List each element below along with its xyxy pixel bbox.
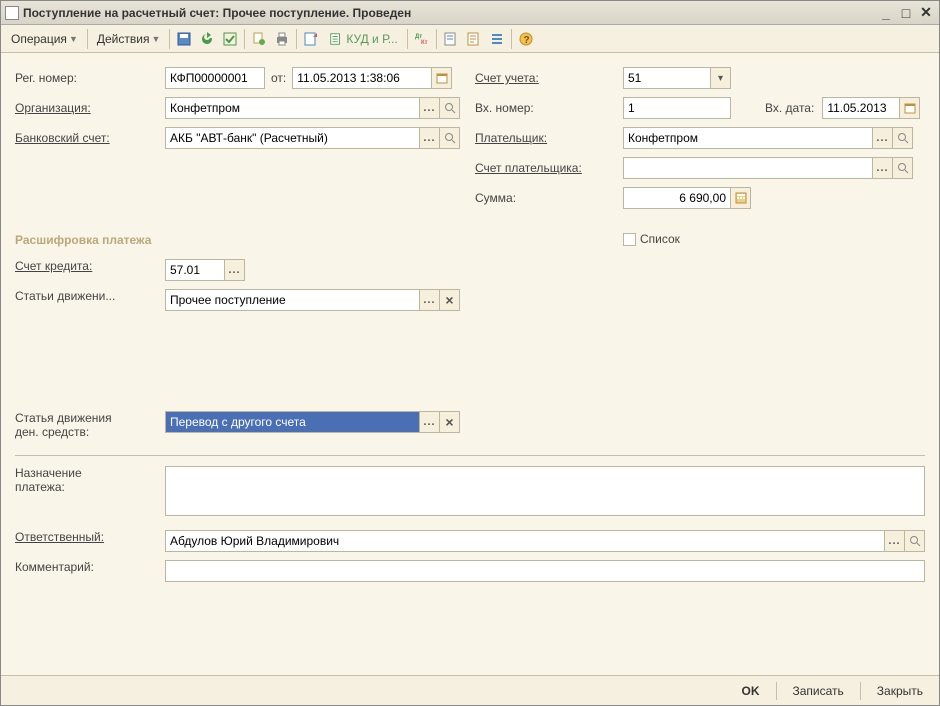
- credit-select-button[interactable]: [225, 259, 245, 281]
- save-button[interactable]: Записать: [785, 681, 852, 701]
- basis-icon[interactable]: [248, 28, 270, 50]
- movement-article-label: Статьи движени...: [15, 289, 165, 311]
- titlebar: Поступление на расчетный счет: Прочее по…: [1, 1, 939, 25]
- print-icon[interactable]: [271, 28, 293, 50]
- app-icon: [5, 6, 19, 20]
- help-icon[interactable]: ?: [515, 28, 537, 50]
- payer-account-search-button[interactable]: [893, 157, 913, 179]
- reg-number-input[interactable]: КФП00000001: [165, 67, 265, 89]
- payer-select-button[interactable]: [873, 127, 893, 149]
- vx-date-calendar-button[interactable]: [900, 97, 920, 119]
- cash-movement-label: Статья движения ден. средств:: [15, 411, 165, 439]
- vx-number-label: Вх. номер:: [475, 101, 623, 115]
- svg-text:Кт: Кт: [421, 40, 428, 46]
- payer-label: Плательщик:: [475, 131, 623, 145]
- list-icon[interactable]: [486, 28, 508, 50]
- close-button[interactable]: ✕: [917, 5, 935, 21]
- date-input[interactable]: 11.05.2013 1:38:06: [292, 67, 432, 89]
- window-title: Поступление на расчетный счет: Прочее по…: [23, 6, 877, 20]
- payer-input[interactable]: Конфетпром: [623, 127, 873, 149]
- responsible-label: Ответственный:: [15, 530, 165, 552]
- movement-clear-button[interactable]: [440, 289, 460, 311]
- sum-label: Сумма:: [475, 191, 623, 205]
- sum-input[interactable]: 6 690,00: [623, 187, 731, 209]
- actions-menu-label: Действия: [97, 32, 150, 46]
- bank-search-button[interactable]: [440, 127, 460, 149]
- content: Рег. номер: КФП00000001 от: 11.05.2013 1…: [1, 53, 939, 675]
- post-icon[interactable]: [219, 28, 241, 50]
- payer-search-button[interactable]: [893, 127, 913, 149]
- payer-account-input[interactable]: [623, 157, 873, 179]
- refresh-icon[interactable]: [196, 28, 218, 50]
- list-checkbox-label: Список: [640, 232, 680, 246]
- structure-icon[interactable]: [440, 28, 462, 50]
- svg-text:?: ?: [523, 35, 529, 46]
- responsible-search-button[interactable]: [905, 530, 925, 552]
- organization-input[interactable]: Конфетпром: [165, 97, 420, 119]
- section-title: Расшифровка платежа: [15, 233, 623, 247]
- bank-account-label: Банковский счет:: [15, 131, 165, 145]
- from-label: от:: [265, 71, 286, 85]
- operation-menu[interactable]: Операция ▼: [5, 29, 84, 49]
- payer-account-select-button[interactable]: [873, 157, 893, 179]
- purpose-textarea[interactable]: [165, 466, 925, 516]
- calculator-button[interactable]: [731, 187, 751, 209]
- purpose-label: Назначение платежа:: [15, 466, 165, 494]
- ok-button[interactable]: OK: [734, 681, 768, 701]
- dtkt-icon[interactable]: ДтКт: [411, 28, 433, 50]
- credit-account-input[interactable]: 57.01: [165, 259, 225, 281]
- responsible-select-button[interactable]: [885, 530, 905, 552]
- account-input[interactable]: 51: [623, 67, 711, 89]
- cash-movement-input[interactable]: Перевод с другого счета: [165, 411, 420, 433]
- bank-select-button[interactable]: [420, 127, 440, 149]
- vx-date-label: Вх. дата:: [759, 101, 814, 115]
- window: Поступление на расчетный счет: Прочее по…: [0, 0, 940, 706]
- separator: [15, 455, 925, 456]
- bottom-bar: OK Записать Закрыть: [1, 675, 939, 705]
- report-icon[interactable]: [463, 28, 485, 50]
- vx-number-input[interactable]: 1: [623, 97, 731, 119]
- maximize-button[interactable]: □: [897, 5, 915, 21]
- cash-movement-select-button[interactable]: [420, 411, 440, 433]
- account-label: Счет учета:: [475, 71, 623, 85]
- link-icon[interactable]: [300, 28, 322, 50]
- dropdown-arrow-icon: ▼: [69, 34, 78, 44]
- kudr-label: КУД и Р...: [346, 32, 397, 46]
- kudr-button[interactable]: КУД и Р...: [323, 29, 403, 49]
- comment-input[interactable]: [165, 560, 925, 582]
- comment-label: Комментарий:: [15, 560, 165, 582]
- movement-select-button[interactable]: [420, 289, 440, 311]
- credit-account-label: Счет кредита:: [15, 259, 165, 281]
- calendar-button[interactable]: [432, 67, 452, 89]
- organization-select-button[interactable]: [420, 97, 440, 119]
- close-window-button[interactable]: Закрыть: [869, 681, 931, 701]
- operation-menu-label: Операция: [11, 32, 67, 46]
- responsible-input[interactable]: Абдулов Юрий Владимирович: [165, 530, 885, 552]
- dropdown-arrow-icon: ▼: [151, 34, 160, 44]
- reg-number-label: Рег. номер:: [15, 71, 165, 85]
- vx-date-input[interactable]: 11.05.2013: [822, 97, 900, 119]
- account-dropdown[interactable]: [711, 67, 731, 89]
- toolbar: Операция ▼ Действия ▼ КУД и Р... ДтКт ?: [1, 25, 939, 53]
- cash-movement-clear-button[interactable]: [440, 411, 460, 433]
- organization-search-button[interactable]: [440, 97, 460, 119]
- payer-account-label: Счет плательщика:: [475, 161, 623, 175]
- organization-label: Организация:: [15, 101, 165, 115]
- list-checkbox[interactable]: [623, 233, 636, 246]
- actions-menu[interactable]: Действия ▼: [91, 29, 167, 49]
- minimize-button[interactable]: _: [877, 5, 895, 21]
- movement-article-input[interactable]: Прочее поступление: [165, 289, 420, 311]
- bank-account-input[interactable]: АКБ "АВТ-банк" (Расчетный): [165, 127, 420, 149]
- save-icon[interactable]: [173, 28, 195, 50]
